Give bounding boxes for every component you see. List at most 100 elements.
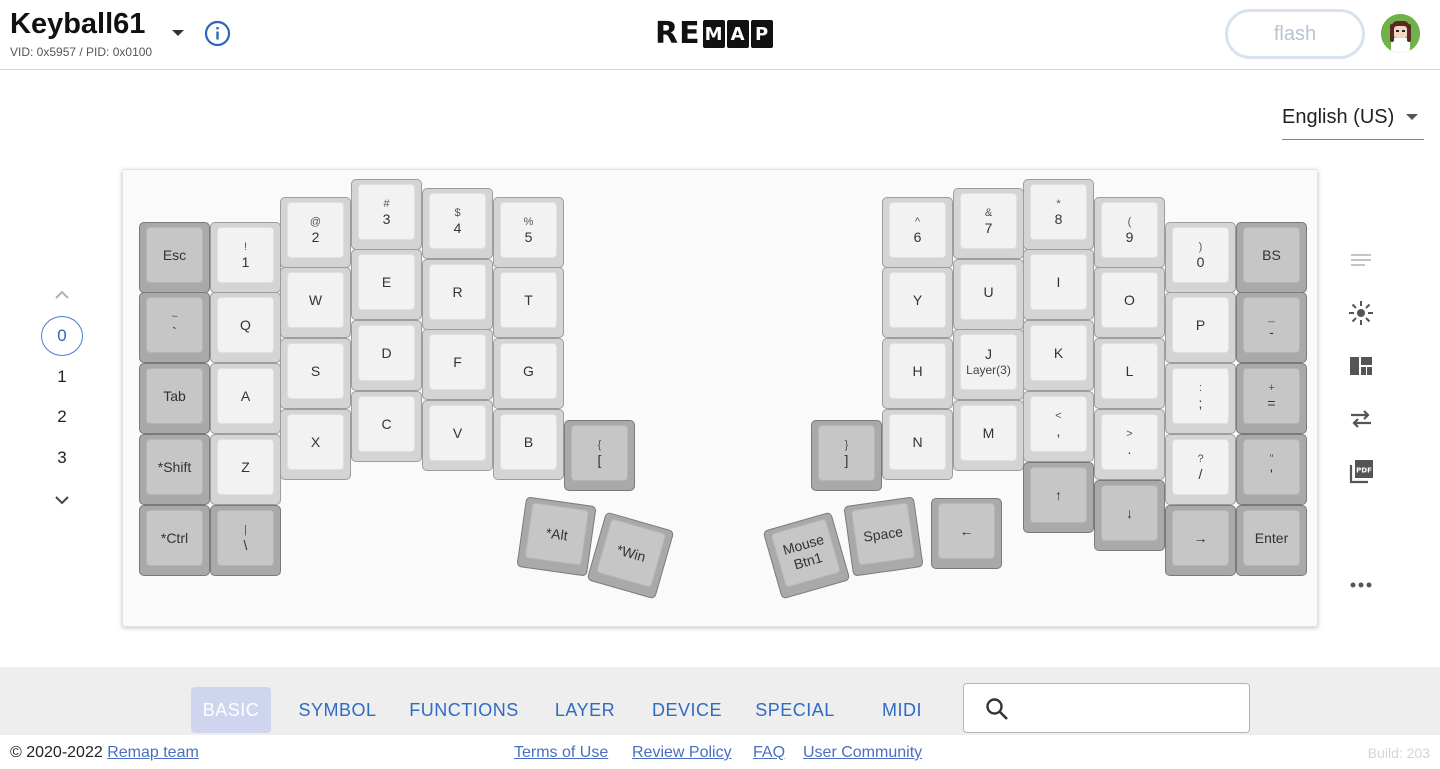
keyboard-key[interactable]: $4 bbox=[422, 188, 493, 259]
keyboard-key[interactable]: " ' bbox=[1236, 434, 1307, 505]
layer-3[interactable]: 3 bbox=[41, 438, 83, 478]
keyboard-key[interactable]: H bbox=[882, 338, 953, 409]
keyboard-key[interactable]: {[ bbox=[564, 420, 635, 491]
keyboard-key[interactable]: → bbox=[1165, 505, 1236, 576]
keyboard-key[interactable]: ↓ bbox=[1094, 480, 1165, 551]
keyboard-key[interactable]: J Layer(3) bbox=[953, 329, 1024, 400]
keyboard-key[interactable]: + = bbox=[1236, 363, 1307, 434]
keyboard-key[interactable]: * 8 bbox=[1023, 179, 1094, 250]
keyboard-key[interactable]: *Ctrl bbox=[139, 505, 210, 576]
avatar[interactable] bbox=[1381, 14, 1420, 53]
keyboard-key[interactable]: _ - bbox=[1236, 292, 1307, 363]
tab-functions[interactable]: FUNCTIONS bbox=[403, 687, 525, 733]
keyboard-key[interactable]: C bbox=[351, 391, 422, 462]
layer-0[interactable]: 0 bbox=[41, 316, 83, 356]
key-label: P bbox=[1195, 316, 1206, 333]
swap-icon[interactable] bbox=[1346, 404, 1376, 434]
keyboard-key[interactable]: Mouse Btn1 bbox=[762, 511, 851, 600]
keyboard-key[interactable]: *Win bbox=[586, 511, 675, 600]
keyboard-key[interactable]: P bbox=[1165, 292, 1236, 363]
key-cap: @2 bbox=[287, 202, 344, 258]
flash-button[interactable]: flash bbox=[1225, 9, 1365, 59]
language-select[interactable]: English (US) bbox=[1282, 100, 1424, 140]
pdf-icon[interactable]: PDF bbox=[1346, 457, 1376, 487]
tab-special[interactable]: SPECIAL bbox=[748, 687, 842, 733]
lines-icon[interactable] bbox=[1346, 245, 1376, 275]
chevron-down-icon[interactable] bbox=[51, 489, 73, 511]
tab-layer[interactable]: LAYER bbox=[545, 687, 625, 733]
terms-link[interactable]: Terms of Use bbox=[514, 744, 608, 762]
user-community-link[interactable]: User Community bbox=[803, 744, 922, 762]
keyboard-key[interactable]: Enter bbox=[1236, 505, 1307, 576]
keyboard-key[interactable]: <, bbox=[1023, 391, 1094, 462]
keyboard-key[interactable]: | \ bbox=[210, 505, 281, 576]
keyboard-key[interactable]: W bbox=[280, 267, 351, 338]
keyboard-key[interactable]: Esc bbox=[139, 222, 210, 293]
logo-letter: A bbox=[726, 20, 749, 48]
keyboard-key[interactable]: *Alt bbox=[516, 496, 597, 577]
search-input[interactable] bbox=[1022, 692, 1242, 724]
layer-2[interactable]: 2 bbox=[41, 397, 83, 437]
keyboard-key[interactable]: >. bbox=[1094, 409, 1165, 480]
keyboard-key[interactable]: ↑ bbox=[1023, 462, 1094, 533]
keyboard-key[interactable]: R bbox=[422, 259, 493, 330]
keyboard-key[interactable]: N bbox=[882, 409, 953, 480]
keyboard-key[interactable]: U bbox=[953, 259, 1024, 330]
key-label: B bbox=[523, 433, 534, 450]
keyboard-key[interactable]: D bbox=[351, 320, 422, 391]
key-cap: G bbox=[500, 343, 557, 399]
keyboard-key[interactable]: Tab bbox=[139, 363, 210, 434]
keyboard-key[interactable]: & 7 bbox=[953, 188, 1024, 259]
keyboard-key[interactable]: *Shift bbox=[139, 434, 210, 505]
layout-icon[interactable] bbox=[1346, 351, 1376, 381]
keyboard-key[interactable]: ? / bbox=[1165, 434, 1236, 505]
keyboard-key[interactable]: BS bbox=[1236, 222, 1307, 293]
keyboard-key[interactable]: ← bbox=[931, 498, 1002, 569]
keyboard-key[interactable]: M bbox=[953, 400, 1024, 471]
tab-midi[interactable]: MIDI bbox=[870, 687, 934, 733]
keyboard-key[interactable]: V bbox=[422, 400, 493, 471]
caret-down-icon[interactable] bbox=[168, 22, 188, 42]
keyboard-key[interactable]: A bbox=[210, 363, 281, 434]
keyboard-key[interactable]: K bbox=[1023, 320, 1094, 391]
key-label: 0 bbox=[1196, 253, 1205, 270]
key-cap: ? / bbox=[1172, 439, 1229, 495]
keyboard-key[interactable]: }] bbox=[811, 420, 882, 491]
keyboard-key[interactable]: Z bbox=[210, 434, 281, 505]
keyboard-key[interactable]: Q bbox=[210, 292, 281, 363]
keyboard-key[interactable]: :; bbox=[1165, 363, 1236, 434]
keyboard-key[interactable]: ^ 6 bbox=[882, 197, 953, 268]
keyboard-key[interactable]: S bbox=[280, 338, 351, 409]
tab-device[interactable]: DEVICE bbox=[643, 687, 731, 733]
keyboard-key[interactable]: T bbox=[493, 267, 564, 338]
keyboard-key[interactable]: ~ ` bbox=[139, 292, 210, 363]
layer-1[interactable]: 1 bbox=[41, 357, 83, 397]
keyboard-key[interactable]: I bbox=[1023, 249, 1094, 320]
remap-team-link[interactable]: Remap team bbox=[107, 744, 199, 761]
keyboard-key[interactable]: (9 bbox=[1094, 197, 1165, 268]
keyboard-key[interactable]: B bbox=[493, 409, 564, 480]
chevron-up-icon[interactable] bbox=[51, 284, 73, 306]
faq-link[interactable]: FAQ bbox=[753, 744, 785, 762]
keyboard-key[interactable]: G bbox=[493, 338, 564, 409]
keyboard-key[interactable]: O bbox=[1094, 267, 1165, 338]
keyboard-key[interactable]: #3 bbox=[351, 179, 422, 250]
review-policy-link[interactable]: Review Policy bbox=[632, 744, 732, 762]
info-icon[interactable] bbox=[204, 20, 231, 47]
keyboard-key[interactable]: Y bbox=[882, 267, 953, 338]
logo-text: RE bbox=[655, 16, 701, 51]
more-icon[interactable] bbox=[1346, 570, 1376, 600]
tab-symbol[interactable]: SYMBOL bbox=[290, 687, 385, 733]
keyboard-key[interactable]: % 5 bbox=[493, 197, 564, 268]
key-cap: S bbox=[287, 343, 344, 399]
keyboard-key[interactable]: @2 bbox=[280, 197, 351, 268]
keyboard-key[interactable]: ! 1 bbox=[210, 222, 281, 293]
keyboard-key[interactable]: ) 0 bbox=[1165, 222, 1236, 293]
tab-basic[interactable]: BASIC bbox=[191, 687, 271, 733]
keyboard-key[interactable]: X bbox=[280, 409, 351, 480]
keyboard-key[interactable]: E bbox=[351, 249, 422, 320]
keyboard-key[interactable]: L bbox=[1094, 338, 1165, 409]
keyboard-key[interactable]: F bbox=[422, 329, 493, 400]
keyboard-key[interactable]: Space bbox=[843, 496, 924, 577]
lighting-icon[interactable] bbox=[1346, 298, 1376, 328]
